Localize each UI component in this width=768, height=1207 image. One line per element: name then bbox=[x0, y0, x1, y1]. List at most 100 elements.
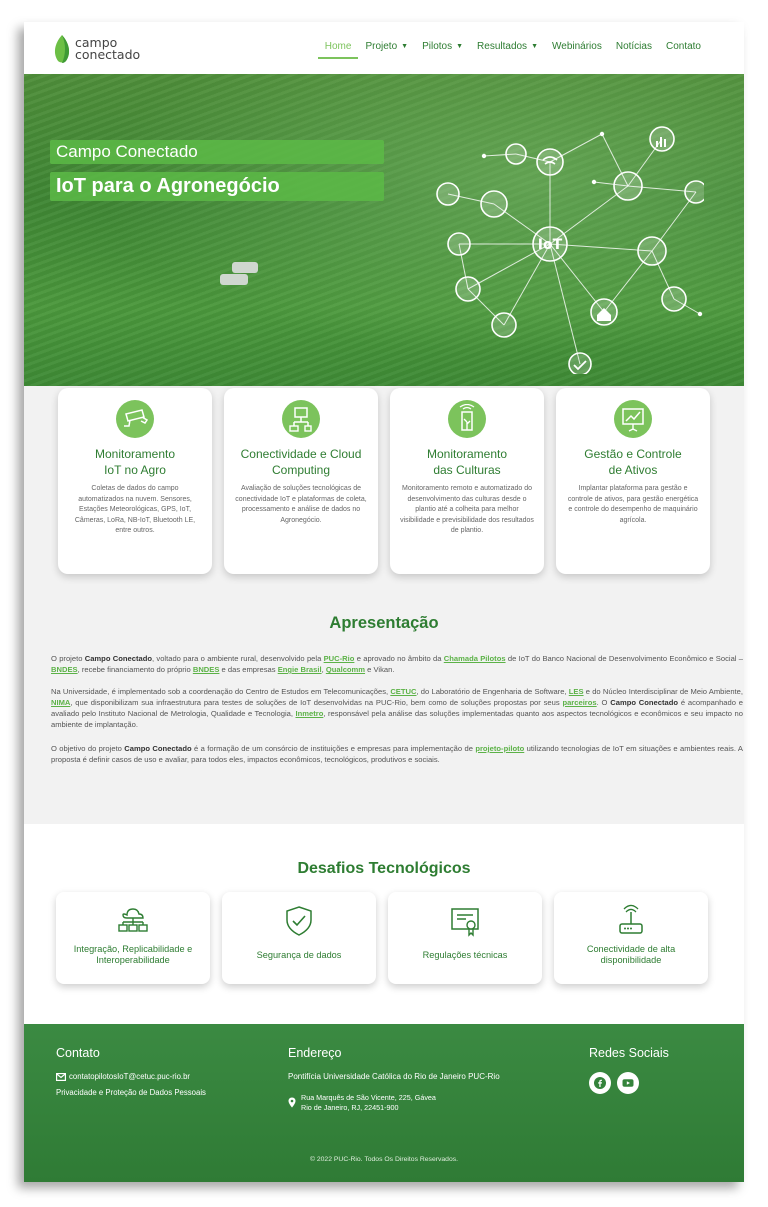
footer-address-line-2: Rio de Janeiro, RJ, 22451-900 bbox=[301, 1103, 399, 1112]
feature-title-line-2: das Culturas bbox=[433, 463, 501, 477]
certificate-icon bbox=[451, 908, 479, 937]
feature-title-line-1: Monitoramento bbox=[426, 447, 508, 461]
hero-title: IoT para o Agronegócio bbox=[50, 172, 384, 201]
apresentacao-paragraph-3: O objetivo do projeto Campo Conectado é … bbox=[51, 743, 743, 765]
text-run: , voltado para o ambiente rural, desenvo… bbox=[152, 654, 324, 663]
site-header: campo conectado Home Projeto ▼ Pilotos ▼ Resu… bbox=[24, 22, 744, 74]
desafios-title: Desafios Tecnológicos bbox=[297, 860, 471, 877]
challenge-card: Segurança de dados bbox=[222, 892, 376, 984]
feature-title-line-2: de Ativos bbox=[608, 463, 658, 477]
iot-label: IoT bbox=[538, 237, 563, 253]
nav-item-webin-rios[interactable]: Webinários bbox=[545, 41, 609, 52]
network-devices-icon bbox=[282, 400, 320, 438]
nav-item-label: Projeto bbox=[365, 41, 398, 52]
text-run: , recebe financiamento do próprio bbox=[77, 665, 193, 674]
nav-item-resultados[interactable]: Resultados ▼ bbox=[470, 41, 545, 52]
challenge-label: Conectividade de alta disponibilidade bbox=[554, 944, 708, 966]
tractor-image bbox=[220, 274, 248, 285]
nav-item-not-cias[interactable]: Notícias bbox=[609, 41, 659, 52]
bold-text: Campo Conectado bbox=[84, 654, 152, 663]
text-run: e do Núcleo Interdisciplinar de Meio Amb… bbox=[583, 687, 743, 696]
drone-icon bbox=[436, 182, 460, 206]
feature-card: Monitoramento das Culturas Monitoramento r… bbox=[390, 388, 544, 574]
feature-title: Gestão e Controle de Ativos bbox=[556, 446, 710, 478]
footer-address: Rua Marquês de São Vicente, 225, Gávea R… bbox=[301, 1093, 436, 1113]
tractor-image bbox=[232, 262, 258, 273]
envelope-icon bbox=[56, 1072, 66, 1081]
challenge-label: Regulações técnicas bbox=[388, 950, 542, 961]
footer-address-line-1: Rua Marquês de São Vicente, 225, Gávea bbox=[301, 1093, 436, 1102]
nav-item-home[interactable]: Home bbox=[317, 41, 359, 59]
chevron-down-icon: ▼ bbox=[456, 43, 464, 50]
nav-item-pilotos[interactable]: Pilotos ▼ bbox=[415, 41, 470, 52]
inline-link[interactable]: Engie Brasil bbox=[278, 665, 322, 674]
challenge-label-line-2: Interoperabilidade bbox=[96, 955, 170, 965]
page: campo conectado Home Projeto ▼ Pilotos ▼ Resu… bbox=[24, 22, 744, 1182]
text-run: , que disponibilizam sua infraestrutura … bbox=[70, 698, 563, 707]
footer-contato-title: Contato bbox=[56, 1046, 100, 1060]
nav-item-projeto[interactable]: Projeto ▼ bbox=[358, 41, 415, 52]
challenge-label-line-2: disponibilidade bbox=[600, 955, 662, 965]
nav-item-label: Webinários bbox=[552, 41, 602, 52]
youtube-button[interactable] bbox=[617, 1072, 639, 1094]
map-pin-icon bbox=[288, 1097, 296, 1108]
text-run: e aprovado no âmbito da bbox=[354, 654, 444, 663]
chevron-down-icon: ▼ bbox=[401, 43, 409, 50]
inline-link[interactable]: projeto-piloto bbox=[475, 744, 524, 753]
footer-privacy-link[interactable]: Privacidade e Proteção de Dados Pessoais bbox=[56, 1088, 206, 1097]
hero-banner: Campo Conectado IoT para o Agronegócio I… bbox=[24, 74, 744, 386]
chart-board-icon bbox=[614, 400, 652, 438]
inline-link[interactable]: LES bbox=[569, 687, 584, 696]
inline-link[interactable]: Chamada Pilotos bbox=[444, 654, 506, 663]
footer-endereco-title: Endereço bbox=[288, 1046, 342, 1060]
challenge-label-line-1: Segurança de dados bbox=[256, 950, 342, 960]
cloud-icon bbox=[613, 171, 643, 201]
monitor-icon bbox=[447, 232, 471, 256]
text-run: . O bbox=[596, 698, 611, 707]
cloud-network-icon bbox=[118, 908, 148, 932]
feature-title: Monitoramento das Culturas bbox=[390, 446, 544, 478]
mixer-icon bbox=[491, 312, 517, 338]
bold-text: Campo Conectado bbox=[610, 698, 679, 707]
nav-item-contato[interactable]: Contato bbox=[659, 41, 708, 52]
nav-item-label: Resultados bbox=[477, 41, 528, 52]
shield-check-icon bbox=[286, 906, 312, 936]
footer-social-title: Redes Sociais bbox=[589, 1046, 669, 1060]
challenge-card: Integração, Replicabilidade e Interoperab… bbox=[56, 892, 210, 984]
challenge-label-line-1: Integração, Replicabilidade e bbox=[73, 944, 193, 954]
inline-link[interactable]: Inmetro bbox=[296, 709, 324, 718]
device-icon bbox=[455, 276, 481, 302]
apresentacao-title: Apresentação bbox=[329, 614, 439, 632]
footer-email-link[interactable]: contatopilotosIoT@cetuc.puc-rio.br bbox=[56, 1072, 190, 1081]
feature-title-line-1: Gestão e Controle bbox=[584, 447, 682, 461]
site-footer: Contato contatopilotosIoT@cetuc.puc-rio.… bbox=[24, 1024, 744, 1182]
feature-title: Monitoramento IoT no Agro bbox=[58, 446, 212, 478]
inline-link[interactable]: CETUC bbox=[390, 687, 416, 696]
chevron-down-icon: ▼ bbox=[531, 43, 538, 50]
text-run: e Vikan. bbox=[365, 665, 395, 674]
inline-link[interactable]: BNDES bbox=[193, 665, 220, 674]
bold-text: Campo Conectado bbox=[124, 744, 192, 753]
inline-link[interactable]: PUC-Rio bbox=[324, 654, 355, 663]
main-nav: Home Projeto ▼ Pilotos ▼ Resultados ▼ Webinário… bbox=[317, 41, 708, 59]
nav-item-label: Pilotos bbox=[422, 41, 453, 52]
feature-title: Conectividade e Cloud Computing bbox=[224, 446, 378, 478]
security-camera-icon bbox=[116, 400, 154, 438]
inline-link[interactable]: BNDES bbox=[51, 665, 78, 674]
satellite-icon bbox=[480, 190, 508, 218]
facebook-button[interactable] bbox=[589, 1072, 611, 1094]
laptop-icon bbox=[661, 286, 687, 312]
copyright: © 2022 PUC-Rio. Todos Os Direitos Reserv… bbox=[309, 1156, 459, 1163]
crop-sensor-icon bbox=[448, 400, 486, 438]
inline-link[interactable]: parceiros bbox=[562, 698, 596, 707]
desafios-section: Desafios Tecnológicos Integração, Replic… bbox=[24, 824, 744, 1024]
logo[interactable]: campo conectado bbox=[52, 33, 140, 65]
inline-link[interactable]: Qualcomm bbox=[326, 665, 365, 674]
iot-network-illustration: IoT bbox=[436, 126, 704, 374]
inline-link[interactable]: NIMA bbox=[51, 698, 70, 707]
feature-card: Conectividade e Cloud Computing Avaliação … bbox=[224, 388, 378, 574]
nav-item-label: Home bbox=[324, 41, 352, 52]
nav-item-label: Contato bbox=[665, 41, 701, 52]
feature-description: Avaliação de soluções tecnológicas de co… bbox=[235, 485, 367, 524]
feature-description: Implantar plataforma para gestão e contr… bbox=[567, 485, 699, 524]
